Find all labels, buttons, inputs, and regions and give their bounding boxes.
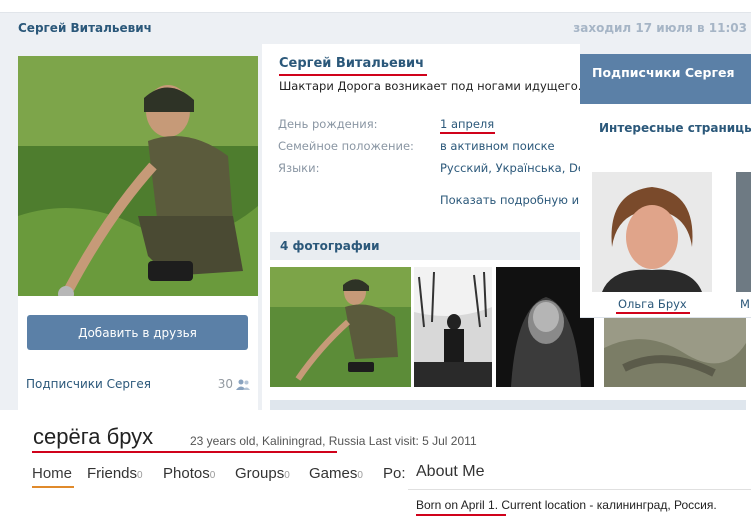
nav-games-label[interactable]: Games [309, 465, 357, 482]
about-me-text: Born on April 1. Current location - кали… [416, 498, 717, 512]
photos-count-label[interactable]: 4 фотографии [280, 239, 380, 253]
nav-home-label[interactable]: Home [32, 465, 72, 482]
nav-photos-label[interactable]: Photos [163, 465, 210, 482]
subscribers-panel-header[interactable]: Подписчики Сергея [580, 54, 751, 104]
about-divider [408, 489, 751, 490]
nav-posts-partial[interactable]: Po: [383, 465, 407, 482]
nav-home[interactable]: Home [32, 465, 72, 482]
subscribers-count: 30 [217, 377, 233, 391]
nav-groups-count: 0 [284, 470, 290, 481]
nav-friends[interactable]: Friends0 [87, 465, 143, 482]
follower-avatar[interactable] [592, 172, 712, 292]
annotation-underline-born [416, 514, 506, 516]
nav-posts-label[interactable]: Po: [383, 465, 406, 482]
info-label-birthday: День рождения: [278, 117, 378, 131]
about-born: Born on April 1 [416, 498, 495, 512]
last-seen-text: заходил 17 июля в 11:03 [573, 21, 747, 35]
info-label-relationship: Семейное положение: [278, 139, 414, 153]
info-value-birthday[interactable]: 1 апреля [440, 117, 494, 131]
section-divider [270, 400, 746, 410]
annotation-underline-other-name [32, 451, 337, 453]
nav-friends-label[interactable]: Friends [87, 465, 137, 482]
subscribers-label[interactable]: Подписчики Сергея [26, 377, 151, 391]
nav-friends-count: 0 [137, 470, 143, 481]
follower-avatar-partial[interactable] [736, 172, 751, 292]
annotation-underline-birthday [440, 132, 495, 134]
header-name[interactable]: Сергей Витальевич [18, 21, 152, 35]
meta-age-city: 23 years old, Kaliningrad [190, 434, 323, 448]
about-me-heading: About Me [416, 463, 485, 480]
info-value-languages[interactable]: Русский, Українська, De [440, 161, 580, 175]
annotation-underline-name [279, 74, 427, 76]
nav-groups-label[interactable]: Groups [235, 465, 284, 482]
nav-games[interactable]: Games0 [309, 465, 363, 482]
nav-games-count: 0 [357, 470, 363, 481]
profile-avatar[interactable] [18, 56, 258, 296]
profile-name: Сергей Витальевич [279, 56, 425, 71]
right-column-top-gap [580, 44, 751, 54]
photos-section-header[interactable]: 4 фотографии [270, 232, 580, 260]
photo-thumbnail-partial[interactable] [604, 318, 746, 387]
follower-name-link[interactable]: Ольга Брух [618, 297, 687, 311]
about-rest: . Current location - калининград, Россия… [494, 498, 717, 512]
active-tab-indicator [32, 486, 74, 488]
photo-thumbnail[interactable] [270, 267, 411, 387]
add-friend-button[interactable]: Добавить в друзья [27, 315, 248, 350]
follower-name-partial[interactable]: М [740, 297, 750, 311]
info-value-relationship[interactable]: в активном поиске [440, 139, 555, 153]
other-profile-meta: 23 years old, Kaliningrad, Russia Last v… [190, 434, 477, 448]
subscribers-row[interactable]: Подписчики Сергея 30 [26, 377, 250, 393]
annotation-underline-follower [616, 312, 690, 314]
subscribers-count-group: 30 [218, 377, 250, 391]
nav-groups[interactable]: Groups0 [235, 465, 290, 482]
other-profile-name: серёга брух [33, 424, 154, 449]
people-icon [236, 379, 250, 390]
photo-thumbnail[interactable] [414, 267, 492, 387]
interesting-pages-tab[interactable]: Интересные страницы [580, 104, 751, 152]
nav-photos[interactable]: Photos0 [163, 465, 215, 482]
info-label-languages: Языки: [278, 161, 320, 175]
profile-header-bar: Сергей Витальевич заходил 17 июля в 11:0… [0, 12, 751, 44]
show-details-link[interactable]: Показать подробную ин [440, 193, 580, 207]
profile-status[interactable]: Шактари Дорога возникает под ногами идущ… [279, 79, 581, 93]
nav-photos-count: 0 [209, 470, 216, 481]
meta-rest: , Russia Last visit: 5 Jul 2011 [322, 434, 477, 448]
